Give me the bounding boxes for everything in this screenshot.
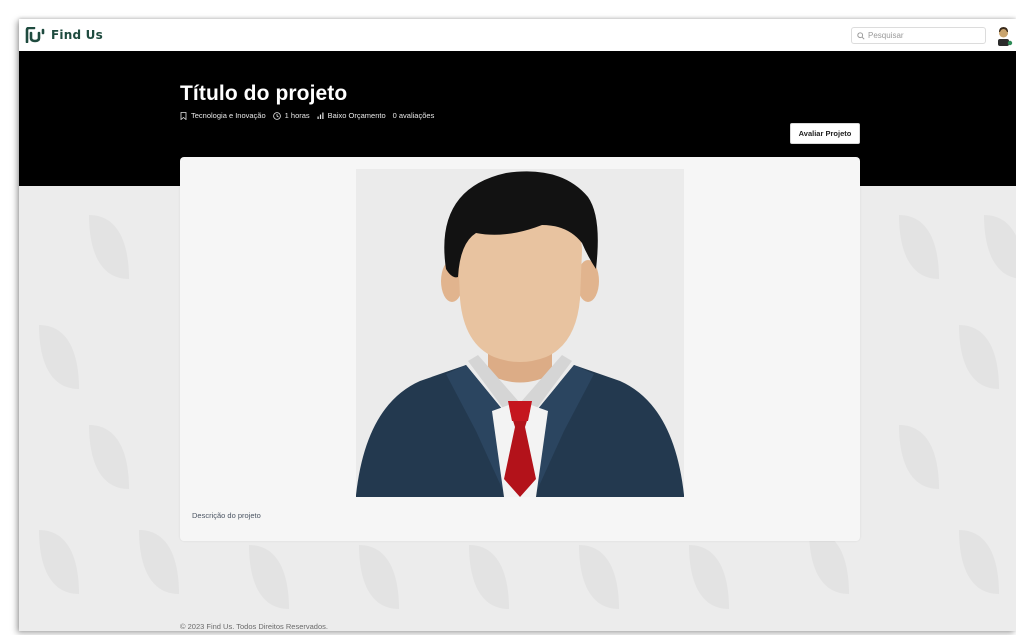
- user-avatar-icon[interactable]: [994, 25, 1014, 47]
- person-placeholder-icon: [356, 169, 684, 497]
- brand-logo[interactable]: Find Us: [25, 27, 103, 43]
- brand-name: Find Us: [51, 28, 103, 42]
- bookmark-icon: [180, 111, 187, 120]
- search-box[interactable]: [851, 27, 986, 44]
- search-icon: [857, 31, 865, 40]
- project-duration-label: 1 horas: [284, 111, 310, 120]
- top-navbar: Find Us: [19, 19, 1016, 51]
- project-title: Título do projeto: [180, 82, 348, 105]
- find-us-logo-icon: [25, 27, 45, 43]
- clock-icon: [272, 111, 281, 120]
- footer-copyright: © 2023 Find Us. Todos Direitos Reservado…: [180, 622, 328, 631]
- rate-project-button[interactable]: Avaliar Projeto: [790, 123, 860, 144]
- project-meta: Tecnologia e Inovação 1 horas Baixo Orça…: [180, 111, 434, 120]
- search-input[interactable]: [868, 31, 978, 40]
- project-card: Descrição do projeto: [180, 157, 860, 541]
- bar-chart-icon: [317, 112, 324, 119]
- project-duration: 1 horas: [272, 111, 310, 120]
- project-category-label: Tecnologia e Inovação: [191, 111, 266, 120]
- app-window: Find Us Título do projeto Tecnologia e I…: [19, 19, 1016, 631]
- project-budget: Baixo Orçamento: [317, 111, 386, 120]
- project-budget-label: Baixo Orçamento: [327, 111, 386, 120]
- project-category: Tecnologia e Inovação: [180, 111, 266, 120]
- project-description: Descrição do projeto: [192, 511, 261, 520]
- project-ratings: 0 avaliações: [392, 111, 435, 120]
- online-status-icon: [1007, 40, 1013, 46]
